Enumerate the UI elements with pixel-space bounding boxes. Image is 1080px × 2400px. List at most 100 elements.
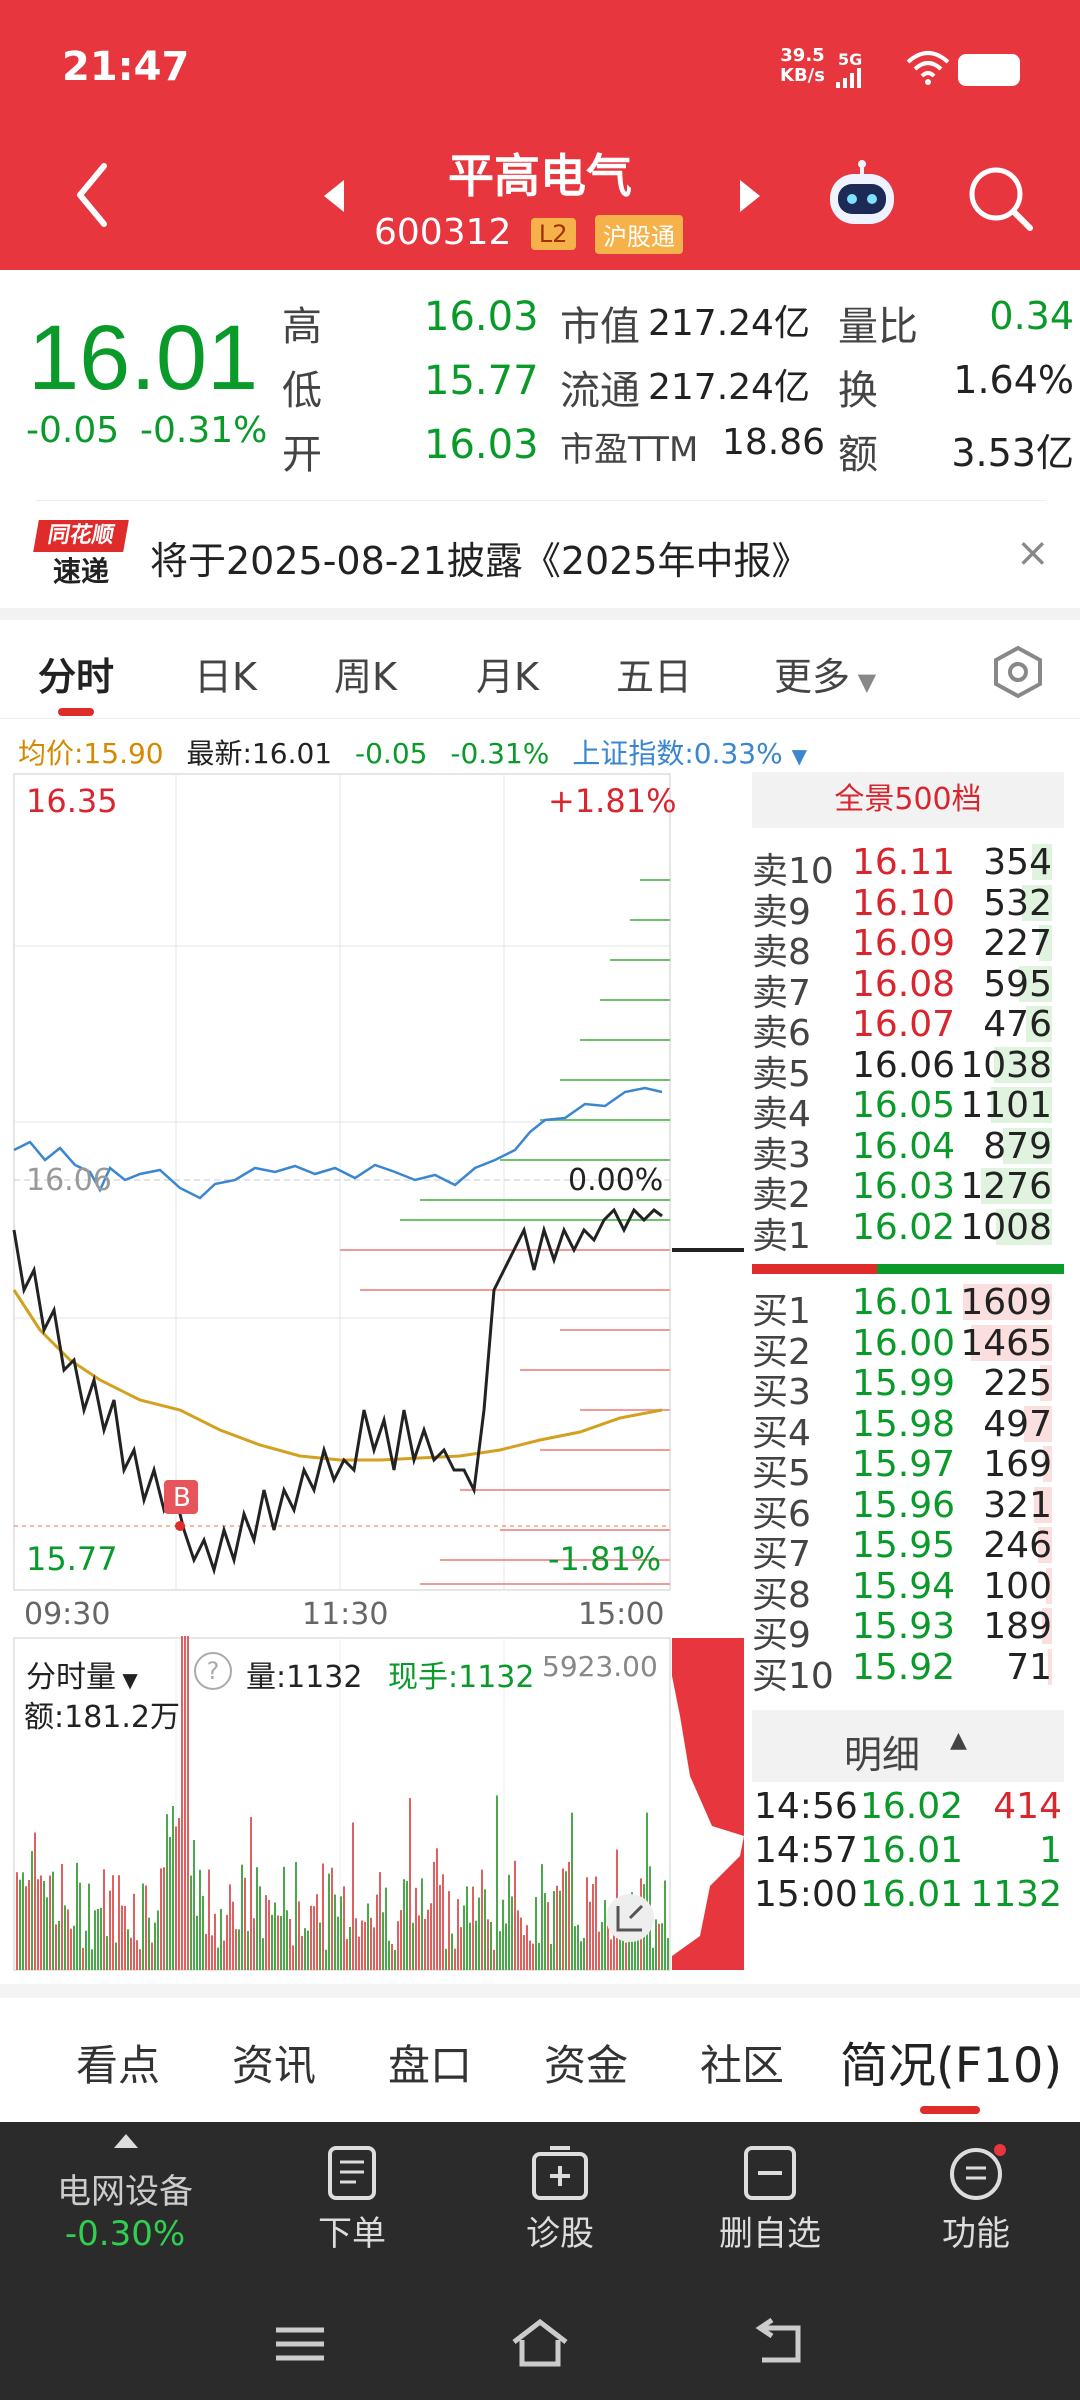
volume-bar	[517, 1910, 519, 1970]
volume-bar	[160, 1868, 162, 1970]
volume-bar	[40, 1875, 42, 1970]
status-time: 21:47	[62, 44, 190, 90]
net-speed-value: 39.5	[780, 45, 825, 66]
prev-stock-icon[interactable]	[320, 178, 348, 214]
intraday-chart[interactable]: B 16.35 +1.81% 16.06 0.00% 15.77 -1.81% …	[0, 770, 750, 1630]
volume-bar	[169, 1837, 171, 1970]
tab-weekly-k[interactable]: 周K	[334, 646, 397, 701]
tab-daily-k[interactable]: 日K	[194, 646, 257, 701]
bid-row[interactable]: 买5 15.97 169	[752, 1444, 1052, 1494]
bid-row[interactable]: 买6 15.96 321	[752, 1485, 1052, 1535]
tab-profile-f10[interactable]: 简况(F10)	[840, 2026, 1062, 2096]
detail-header[interactable]: 明细 ▲	[752, 1710, 1064, 1782]
ask-row[interactable]: 卖10 16.11 354	[752, 842, 1052, 892]
volume-selector[interactable]: 分时量 ▼	[26, 1652, 138, 1696]
ask-row[interactable]: 卖8 16.09 227	[752, 923, 1052, 973]
volume-bar	[436, 1848, 438, 1970]
volume-bar	[175, 1826, 177, 1970]
volume-bar	[373, 1927, 375, 1970]
order-button[interactable]: 下单	[290, 2206, 414, 2255]
volume-bar	[151, 1942, 153, 1970]
volume-bar	[55, 1924, 57, 1970]
tab-five-day[interactable]: 五日	[616, 646, 692, 701]
volume-bar	[583, 1937, 585, 1970]
ask-row[interactable]: 卖7 16.08 595	[752, 963, 1052, 1014]
next-stock-icon[interactable]	[736, 178, 764, 214]
ask-row[interactable]: 卖4 16.05 1101	[752, 1085, 1052, 1135]
settings-hexagon-icon[interactable]	[990, 644, 1046, 700]
volume-bar	[364, 1921, 366, 1970]
tab-intraday[interactable]: 分时	[38, 646, 114, 701]
bid-row[interactable]: 买2 16.00 1465	[752, 1323, 1052, 1373]
home-icon[interactable]	[510, 2318, 570, 2368]
chevron-down-icon: ▼	[116, 1668, 138, 1692]
bid-row[interactable]: 买4 15.98 497	[752, 1403, 1052, 1454]
volume-bar	[577, 1924, 579, 1970]
tab-funds[interactable]: 资金	[544, 2032, 628, 2093]
volume-bar	[292, 1945, 294, 1970]
detail-time: 15:00	[754, 1874, 858, 1915]
bid-row[interactable]: 买3 15.99 225	[752, 1363, 1052, 1413]
ask-row[interactable]: 卖9 16.10 532	[752, 882, 1052, 933]
volratio-label: 量比	[838, 304, 918, 350]
volume-bar	[658, 1923, 660, 1970]
volume-bar	[133, 1893, 135, 1970]
volume-bar	[415, 1887, 417, 1970]
notice-text[interactable]: 将于2025-08-21披露《2025年中报》	[150, 530, 810, 585]
diagnose-icon	[532, 2146, 588, 2200]
l2-badge[interactable]: L2	[530, 218, 576, 250]
index-dropdown-icon[interactable]: ▼	[792, 744, 807, 768]
info-tabs: 看点 资讯 盘口 资金 社区 简况(F10)	[0, 1998, 1080, 2118]
tab-highlights[interactable]: 看点	[76, 2032, 160, 2093]
level-volume: 595	[983, 963, 1052, 1005]
volume-bar	[253, 1918, 255, 1970]
bid-row[interactable]: 买10 15.92 71	[752, 1647, 1052, 1697]
bid-row[interactable]: 买8 15.94 100	[752, 1565, 1052, 1616]
volume-bar	[535, 1896, 537, 1970]
ask-row[interactable]: 卖3 16.04 879	[752, 1126, 1052, 1176]
tab-community[interactable]: 社区	[700, 2032, 784, 2093]
back-icon[interactable]	[72, 160, 112, 230]
robot-assistant-icon[interactable]	[824, 160, 900, 230]
stock-code: 600312	[374, 212, 512, 253]
ask-row[interactable]: 卖6 16.07 476	[752, 1004, 1052, 1054]
level-volume: 532	[983, 882, 1052, 924]
remove-watchlist-icon	[744, 2146, 796, 2200]
panorama-button[interactable]: 全景500档	[752, 772, 1064, 828]
menu-icon[interactable]	[272, 2322, 328, 2366]
volume-bar	[478, 1897, 480, 1970]
search-icon[interactable]	[966, 164, 1036, 234]
level-price: 15.98	[852, 1403, 956, 1445]
price-change-pct: -0.31%	[140, 410, 268, 451]
ask-row[interactable]: 卖5 16.06 1038	[752, 1045, 1052, 1095]
volume-bar	[580, 1941, 582, 1970]
logo-top: 同花顺	[33, 520, 129, 552]
index-change[interactable]: 上证指数:0.33%	[572, 737, 782, 770]
bid-row[interactable]: 买1 16.01 1609	[752, 1282, 1052, 1332]
volume-bar	[121, 1905, 123, 1970]
latest-pct: -0.31%	[450, 737, 550, 770]
volume-bar	[514, 1860, 516, 1970]
volume-bar	[586, 1877, 588, 1970]
ask-row[interactable]: 卖2 16.03 1276	[752, 1166, 1052, 1216]
volume-bar	[229, 1884, 231, 1970]
help-icon[interactable]: ?	[194, 1652, 232, 1690]
tab-market[interactable]: 盘口	[388, 2032, 472, 2093]
close-icon[interactable]: ×	[1016, 530, 1050, 576]
remove-watchlist-button[interactable]: 删自选	[698, 2206, 842, 2255]
tab-more[interactable]: 更多 ▼	[774, 646, 876, 701]
sector-name[interactable]: 电网设备	[30, 2164, 220, 2213]
tab-monthly-k[interactable]: 月K	[476, 646, 539, 701]
bid-row[interactable]: 买7 15.95 246	[752, 1525, 1052, 1575]
diagnose-button[interactable]: 诊股	[498, 2206, 622, 2255]
tab-news[interactable]: 资讯	[232, 2032, 316, 2093]
volume-bar	[469, 1922, 471, 1970]
section-gap	[0, 1984, 1080, 1998]
level-price: 15.94	[852, 1565, 956, 1607]
back-nav-icon[interactable]	[752, 2318, 808, 2368]
volume-bar	[493, 1949, 495, 1970]
function-button[interactable]: 功能	[914, 2206, 1038, 2255]
detail-row: 14:56 16.02 414	[752, 1786, 1064, 1830]
ask-row[interactable]: 卖1 16.02 1008	[752, 1207, 1052, 1257]
bid-row[interactable]: 买9 15.93 189	[752, 1606, 1052, 1656]
